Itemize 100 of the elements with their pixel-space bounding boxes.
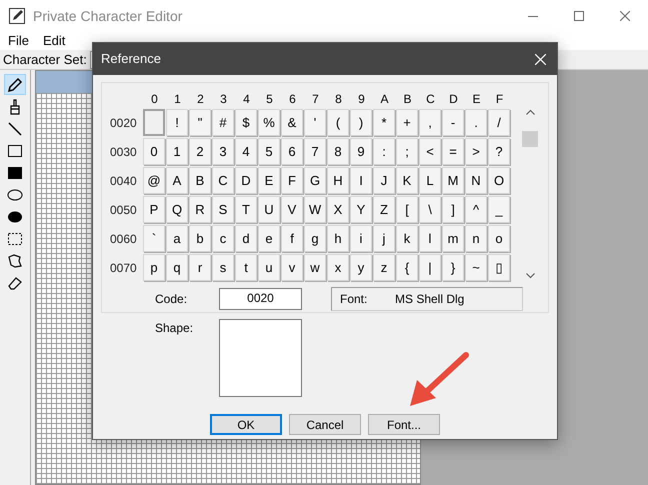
character-cell[interactable]: o <box>488 225 510 252</box>
character-cell[interactable]: [ <box>396 196 418 223</box>
character-cell[interactable]: ' <box>304 109 326 136</box>
character-cell[interactable]: k <box>396 225 418 252</box>
menu-item[interactable]: File <box>8 33 29 49</box>
character-cell[interactable]: 9 <box>350 138 372 165</box>
character-cell[interactable]: G <box>304 167 326 194</box>
character-cell[interactable]: t <box>235 254 257 281</box>
character-cell[interactable]: " <box>189 109 211 136</box>
character-cell[interactable]: ▯ <box>488 254 510 281</box>
character-cell[interactable]: * <box>373 109 395 136</box>
character-cell[interactable]: b <box>189 225 211 252</box>
character-cell[interactable]: L <box>419 167 441 194</box>
character-cell[interactable]: v <box>281 254 303 281</box>
character-cell[interactable]: # <box>212 109 234 136</box>
character-cell[interactable]: ; <box>396 138 418 165</box>
code-field[interactable]: 0020 <box>219 288 302 310</box>
character-cell[interactable]: ` <box>143 225 165 252</box>
character-cell[interactable]: e <box>258 225 280 252</box>
character-cell[interactable]: > <box>465 138 487 165</box>
scrollbar[interactable] <box>522 109 538 279</box>
character-cell[interactable] <box>143 109 165 136</box>
character-cell[interactable]: s <box>212 254 234 281</box>
character-cell[interactable]: Y <box>350 196 372 223</box>
character-cell[interactable]: I <box>350 167 372 194</box>
character-cell[interactable]: 1 <box>166 138 188 165</box>
character-cell[interactable]: : <box>373 138 395 165</box>
character-cell[interactable]: O <box>488 167 510 194</box>
character-cell[interactable]: 0 <box>143 138 165 165</box>
dialog-button[interactable]: OK <box>210 414 282 435</box>
character-cell[interactable]: c <box>212 225 234 252</box>
character-cell[interactable]: 6 <box>281 138 303 165</box>
character-cell[interactable]: } <box>442 254 464 281</box>
dialog-button[interactable]: Font... <box>368 414 440 435</box>
character-cell[interactable]: r <box>189 254 211 281</box>
character-cell[interactable]: / <box>488 109 510 136</box>
character-cell[interactable]: R <box>189 196 211 223</box>
character-cell[interactable]: | <box>419 254 441 281</box>
character-cell[interactable]: $ <box>235 109 257 136</box>
character-cell[interactable]: m <box>442 225 464 252</box>
menu-item[interactable]: Edit <box>42 33 66 49</box>
character-cell[interactable]: X <box>327 196 349 223</box>
character-cell[interactable]: ~ <box>465 254 487 281</box>
scroll-thumb[interactable] <box>522 131 538 147</box>
character-cell[interactable]: P <box>143 196 165 223</box>
character-cell[interactable]: ] <box>442 196 464 223</box>
character-cell[interactable]: y <box>350 254 372 281</box>
character-cell[interactable]: D <box>235 167 257 194</box>
character-cell[interactable]: + <box>396 109 418 136</box>
character-cell[interactable]: T <box>235 196 257 223</box>
character-cell[interactable]: z <box>373 254 395 281</box>
character-cell[interactable]: { <box>396 254 418 281</box>
character-cell[interactable]: _ <box>488 196 510 223</box>
character-cell[interactable]: h <box>327 225 349 252</box>
character-cell[interactable]: % <box>258 109 280 136</box>
character-cell[interactable]: a <box>166 225 188 252</box>
character-cell[interactable]: U <box>258 196 280 223</box>
character-cell[interactable]: i <box>350 225 372 252</box>
character-cell[interactable]: w <box>304 254 326 281</box>
character-cell[interactable]: W <box>304 196 326 223</box>
character-cell[interactable]: 5 <box>258 138 280 165</box>
character-cell[interactable]: Q <box>166 196 188 223</box>
character-cell[interactable]: A <box>166 167 188 194</box>
character-cell[interactable]: J <box>373 167 395 194</box>
character-cell[interactable]: Z <box>373 196 395 223</box>
character-cell[interactable]: u <box>258 254 280 281</box>
character-cell[interactable]: E <box>258 167 280 194</box>
character-cell[interactable]: q <box>166 254 188 281</box>
character-cell[interactable]: < <box>419 138 441 165</box>
character-cell[interactable]: l <box>419 225 441 252</box>
character-cell[interactable]: 8 <box>327 138 349 165</box>
character-cell[interactable]: - <box>442 109 464 136</box>
character-cell[interactable]: V <box>281 196 303 223</box>
character-cell[interactable]: N <box>465 167 487 194</box>
character-cell[interactable]: B <box>189 167 211 194</box>
character-cell[interactable]: n <box>465 225 487 252</box>
character-cell[interactable]: C <box>212 167 234 194</box>
character-cell[interactable]: ? <box>488 138 510 165</box>
dialog-button[interactable]: Cancel <box>289 414 361 435</box>
character-cell[interactable]: = <box>442 138 464 165</box>
character-cell[interactable]: K <box>396 167 418 194</box>
character-cell[interactable]: S <box>212 196 234 223</box>
character-cell[interactable]: , <box>419 109 441 136</box>
character-cell[interactable]: g <box>304 225 326 252</box>
character-cell[interactable]: j <box>373 225 395 252</box>
character-cell[interactable]: H <box>327 167 349 194</box>
character-cell[interactable]: 3 <box>212 138 234 165</box>
character-cell[interactable]: 4 <box>235 138 257 165</box>
character-cell[interactable]: F <box>281 167 303 194</box>
character-cell[interactable]: ) <box>350 109 372 136</box>
character-cell[interactable]: M <box>442 167 464 194</box>
character-cell[interactable]: f <box>281 225 303 252</box>
character-cell[interactable]: \ <box>419 196 441 223</box>
character-cell[interactable]: . <box>465 109 487 136</box>
character-cell[interactable]: 7 <box>304 138 326 165</box>
character-cell[interactable]: 2 <box>189 138 211 165</box>
character-cell[interactable]: p <box>143 254 165 281</box>
character-cell[interactable]: d <box>235 225 257 252</box>
character-cell[interactable]: & <box>281 109 303 136</box>
character-cell[interactable]: x <box>327 254 349 281</box>
